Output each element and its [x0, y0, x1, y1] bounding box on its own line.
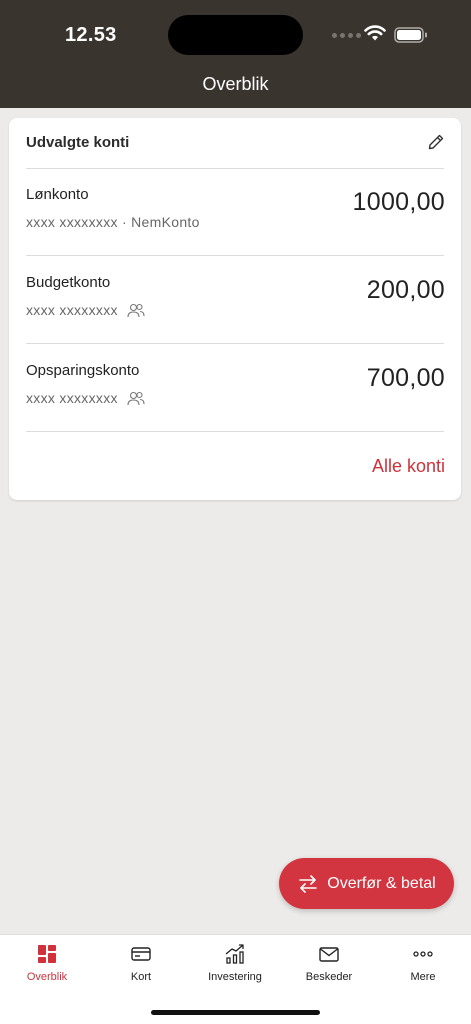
selected-accounts-card: Udvalgte konti Lønkonto xxxx xxxxxxxx · … — [9, 118, 461, 500]
account-row-budgetkonto[interactable]: Budgetkonto xxxx xxxxxxxx 200,00 — [9, 256, 461, 343]
dynamic-island — [168, 15, 303, 55]
account-balance: 700,00 — [366, 364, 445, 392]
account-number: xxxx xxxxxxxx · NemKonto — [26, 214, 200, 230]
shared-people-icon — [127, 391, 145, 405]
account-number: xxxx xxxxxxxx — [26, 390, 145, 406]
account-balance: 200,00 — [366, 276, 445, 304]
top-header: 12.53 Overblik — [0, 0, 471, 108]
tab-label: Investering — [208, 971, 262, 983]
transfer-pay-button[interactable]: Overfør & betal — [279, 858, 454, 909]
account-number-text: xxxx xxxxxxxx — [26, 390, 118, 406]
page-title: Overblik — [202, 74, 269, 94]
all-accounts-link[interactable]: Alle konti — [372, 456, 445, 477]
card-title: Udvalgte konti — [26, 134, 130, 151]
tab-kort[interactable]: Kort — [94, 943, 188, 993]
dashboard-icon — [38, 945, 56, 963]
tab-mere[interactable]: Mere — [376, 943, 470, 993]
divider — [26, 431, 444, 432]
transfer-pay-label: Overfør & betal — [327, 874, 436, 892]
wifi-icon — [364, 25, 386, 41]
tab-label: Beskeder — [305, 971, 353, 983]
account-number-text: xxxx xxxxxxxx · NemKonto — [26, 214, 200, 230]
battery-icon — [394, 27, 427, 43]
card-icon — [131, 947, 151, 961]
edit-pencil-icon[interactable] — [427, 133, 445, 151]
shared-people-icon — [127, 303, 145, 317]
account-row-lonkonto[interactable]: Lønkonto xxxx xxxxxxxx · NemKonto 1000,0… — [9, 168, 461, 255]
account-name: Opsparingskonto — [26, 362, 140, 379]
tab-label: Kort — [130, 971, 152, 983]
status-time: 12.53 — [65, 24, 117, 46]
account-name: Budgetkonto — [26, 274, 111, 291]
account-balance: 1000,00 — [352, 188, 445, 216]
more-icon — [413, 951, 433, 957]
account-name: Lønkonto — [26, 186, 89, 203]
account-row-opsparingskonto[interactable]: Opsparingskonto xxxx xxxxxxxx 700,00 — [9, 344, 461, 431]
tab-investering[interactable]: Investering — [188, 943, 282, 993]
transfer-arrows-icon — [299, 874, 318, 893]
signal-icon — [332, 33, 361, 38]
tab-label: Mere — [410, 971, 436, 983]
tab-overblik[interactable]: Overblik — [0, 943, 94, 993]
account-number: xxxx xxxxxxxx — [26, 302, 145, 318]
mail-icon — [319, 947, 339, 962]
chart-icon — [225, 944, 244, 964]
account-number-text: xxxx xxxxxxxx — [26, 302, 118, 318]
tab-beskeder[interactable]: Beskeder — [282, 943, 376, 993]
tab-label: Overblik — [26, 971, 68, 983]
home-indicator — [151, 1010, 320, 1015]
